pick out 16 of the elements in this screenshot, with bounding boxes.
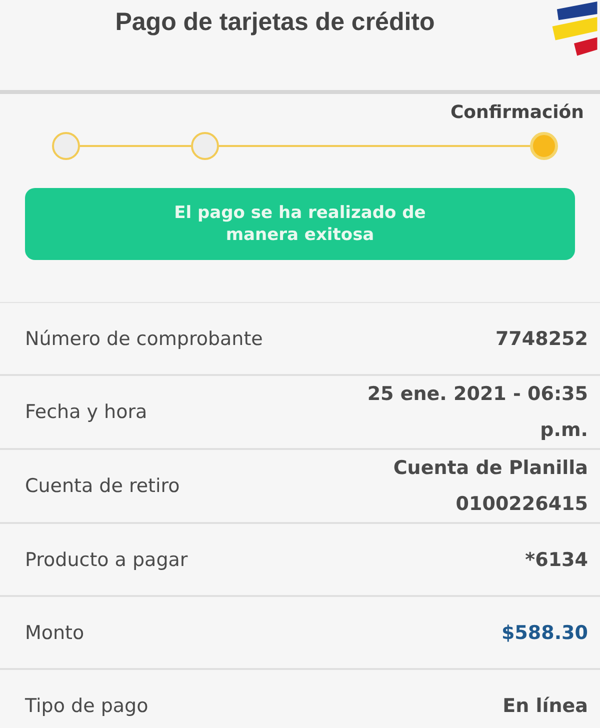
detail-value: Cuenta de Planilla — [393, 456, 588, 481]
detail-value: 0100226415 — [456, 492, 588, 517]
detail-value: 25 ene. 2021 - 06:35 p.m. — [366, 382, 588, 443]
success-banner: El pago se ha realizado de manera exitosa — [25, 188, 575, 260]
detail-label: Número de comprobante — [25, 328, 263, 350]
detail-label: Monto — [25, 622, 84, 644]
detail-label: Fecha y hora — [25, 401, 148, 423]
detail-label: Cuenta de retiro — [25, 475, 180, 497]
screen-title: Pago de tarjetas de crédito — [115, 8, 435, 37]
detail-label: Tipo de pago — [25, 694, 148, 716]
detail-value: En línea — [502, 694, 588, 718]
detail-value: 7748252 — [495, 326, 588, 352]
detail-value: $588.30 — [501, 620, 588, 646]
step-label: Confirmación — [450, 102, 584, 123]
detail-label: Producto a pagar — [25, 548, 188, 570]
detail-value: *6134 — [525, 548, 588, 572]
